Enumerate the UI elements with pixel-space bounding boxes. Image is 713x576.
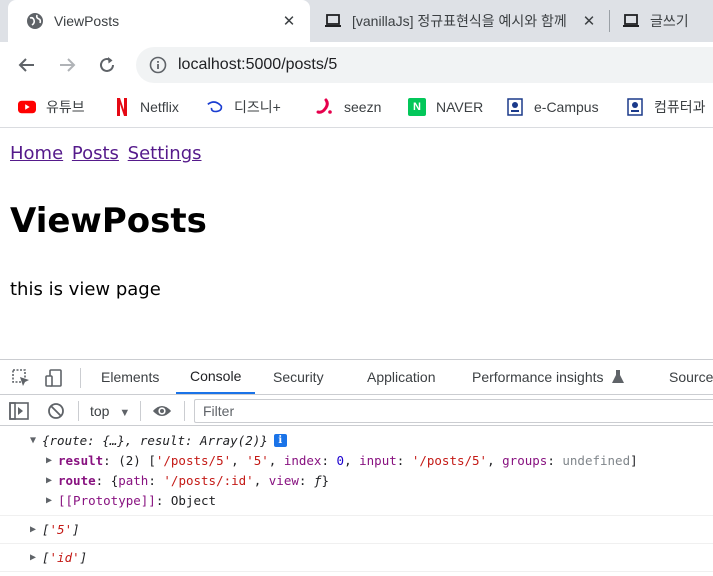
dept-icon <box>626 98 644 116</box>
tab-strip: ViewPosts ✕ [vanillaJs] 정규표현식을 예시와 함께 ✕ … <box>0 0 713 42</box>
console-entry-array[interactable]: ▶ ['5'] <box>30 519 80 539</box>
prop-key: [[Prototype]] <box>58 492 156 508</box>
tab-title: ViewPosts <box>54 13 120 29</box>
console-entry-array[interactable]: ▶ ['id'] <box>30 547 87 567</box>
toolbar-separator <box>184 401 185 421</box>
bookmarks-bar: 유튜브 Netflix 디즈니+ seezn N NAVER e-Campus … <box>0 88 713 128</box>
close-tab-icon[interactable]: ✕ <box>280 12 298 30</box>
url-text: localhost:5000/posts/5 <box>178 56 338 73</box>
tab-sources[interactable]: Sources <box>669 360 713 394</box>
collapsed-triangle-icon[interactable]: ▶ <box>30 524 42 535</box>
toolbar-separator <box>140 401 141 421</box>
nav-link-settings[interactable]: Settings <box>128 143 202 164</box>
arrow-right-icon <box>60 58 76 72</box>
log-separator <box>0 515 713 516</box>
bookmark-label: seezn <box>344 99 382 115</box>
toolbar-separator <box>80 368 81 388</box>
back-button[interactable] <box>13 51 41 79</box>
collapsed-triangle-icon[interactable]: ▶ <box>46 495 58 506</box>
collapsed-triangle-icon[interactable]: ▶ <box>46 475 58 486</box>
device-toggle-icon[interactable] <box>43 367 65 389</box>
inspect-element-icon[interactable] <box>10 367 32 389</box>
sidebar-toggle-icon[interactable] <box>9 401 29 421</box>
tab-title: [vanillaJs] 정규표현식을 예시와 함께 <box>352 13 567 29</box>
devtools-panel: Elements Console Security Application Pe… <box>0 359 713 576</box>
laptop-icon <box>324 12 342 30</box>
ecampus-icon <box>506 98 524 116</box>
bookmark-label: Netflix <box>140 99 179 115</box>
page-text: this is view page <box>10 279 161 300</box>
console-prop-result[interactable]: ▶ result: (2) ['/posts/5', '5', index: 0… <box>46 450 638 470</box>
globe-icon <box>26 12 44 30</box>
tab-application[interactable]: Application <box>367 360 436 394</box>
page-nav: Home Posts Settings <box>10 143 205 164</box>
toolbar-separator <box>78 401 79 421</box>
seezn-icon <box>316 98 334 116</box>
clear-console-icon[interactable] <box>46 401 66 421</box>
youtube-icon <box>18 98 36 116</box>
tab-console[interactable]: Console <box>176 360 256 394</box>
console-log: ▼ {route: {…}, result: Array(2)} i ▶ res… <box>0 427 713 576</box>
forward-button[interactable] <box>53 51 81 79</box>
tab-viewposts[interactable]: ViewPosts ✕ <box>8 0 310 42</box>
netflix-icon <box>114 98 130 116</box>
eye-icon[interactable] <box>152 401 172 421</box>
bookmark-ecampus[interactable]: e-Campus <box>506 96 599 118</box>
prop-key: route <box>58 472 96 488</box>
bookmark-label: e-Campus <box>534 99 599 115</box>
console-entry-object[interactable]: ▼ {route: {…}, result: Array(2)} i <box>30 430 287 450</box>
devtools-tabbar: Elements Console Security Application Pe… <box>0 360 713 395</box>
bookmark-label: 유튜브 <box>46 99 85 115</box>
bookmark-disney[interactable]: 디즈니+ <box>206 96 281 118</box>
tab-title: 글쓰기 <box>650 13 689 29</box>
address-bar[interactable]: localhost:5000/posts/5 <box>136 47 713 83</box>
info-icon[interactable] <box>148 55 168 75</box>
bookmark-label: NAVER <box>436 99 484 115</box>
log-separator <box>0 571 713 572</box>
context-value: top <box>90 403 110 419</box>
tab-separator <box>609 10 610 32</box>
context-selector[interactable]: top ▼ <box>90 403 130 419</box>
console-toolbar: top ▼ Filter <box>0 396 713 426</box>
close-tab-icon[interactable]: ✕ <box>580 12 598 30</box>
tab-vanillajs[interactable]: [vanillaJs] 정규표현식을 예시와 함께 ✕ <box>312 0 606 42</box>
naver-icon: N <box>408 98 426 116</box>
log-separator <box>0 543 713 544</box>
bookmark-label: 디즈니+ <box>234 99 281 115</box>
page-content: Home Posts Settings ViewPosts this is vi… <box>0 129 713 359</box>
tab-write[interactable]: 글쓰기 <box>612 0 713 42</box>
info-icon[interactable]: i <box>273 433 287 447</box>
reload-button[interactable] <box>93 51 121 79</box>
caret-down-icon: ▼ <box>119 407 131 419</box>
tab-label: Performance insights <box>472 369 604 385</box>
collapsed-triangle-icon[interactable]: ▶ <box>46 455 58 466</box>
bookmark-label: 컴퓨터과 <box>654 99 706 115</box>
reload-icon <box>100 57 114 72</box>
flask-icon <box>611 370 624 384</box>
arrow-left-icon <box>18 58 34 72</box>
expanded-triangle-icon[interactable]: ▼ <box>30 435 42 446</box>
tab-performance-insights[interactable]: Performance insights <box>472 360 624 394</box>
page-title: ViewPosts <box>10 201 207 241</box>
tab-security[interactable]: Security <box>273 360 324 394</box>
filter-input[interactable]: Filter <box>194 399 713 423</box>
console-prop-prototype[interactable]: ▶ [[Prototype]]: Object <box>46 490 216 510</box>
browser-toolbar: localhost:5000/posts/5 <box>0 42 713 88</box>
disney-plus-icon <box>206 98 224 116</box>
bookmark-dept[interactable]: 컴퓨터과 <box>626 96 706 118</box>
laptop-icon <box>622 12 640 30</box>
nav-link-home[interactable]: Home <box>10 143 63 164</box>
collapsed-triangle-icon[interactable]: ▶ <box>30 552 42 563</box>
bookmark-seezn[interactable]: seezn <box>316 96 381 118</box>
nav-link-posts[interactable]: Posts <box>72 143 119 164</box>
console-prop-route[interactable]: ▶ route: {path: '/posts/:id', view: ƒ} <box>46 470 329 490</box>
bookmark-naver[interactable]: N NAVER <box>408 96 483 118</box>
object-summary: {route: {…}, result: Array(2)} <box>42 432 268 448</box>
bookmark-youtube[interactable]: 유튜브 <box>18 96 85 118</box>
tab-elements[interactable]: Elements <box>101 360 159 394</box>
prop-key: result <box>58 452 104 468</box>
bookmark-netflix[interactable]: Netflix <box>114 96 179 118</box>
